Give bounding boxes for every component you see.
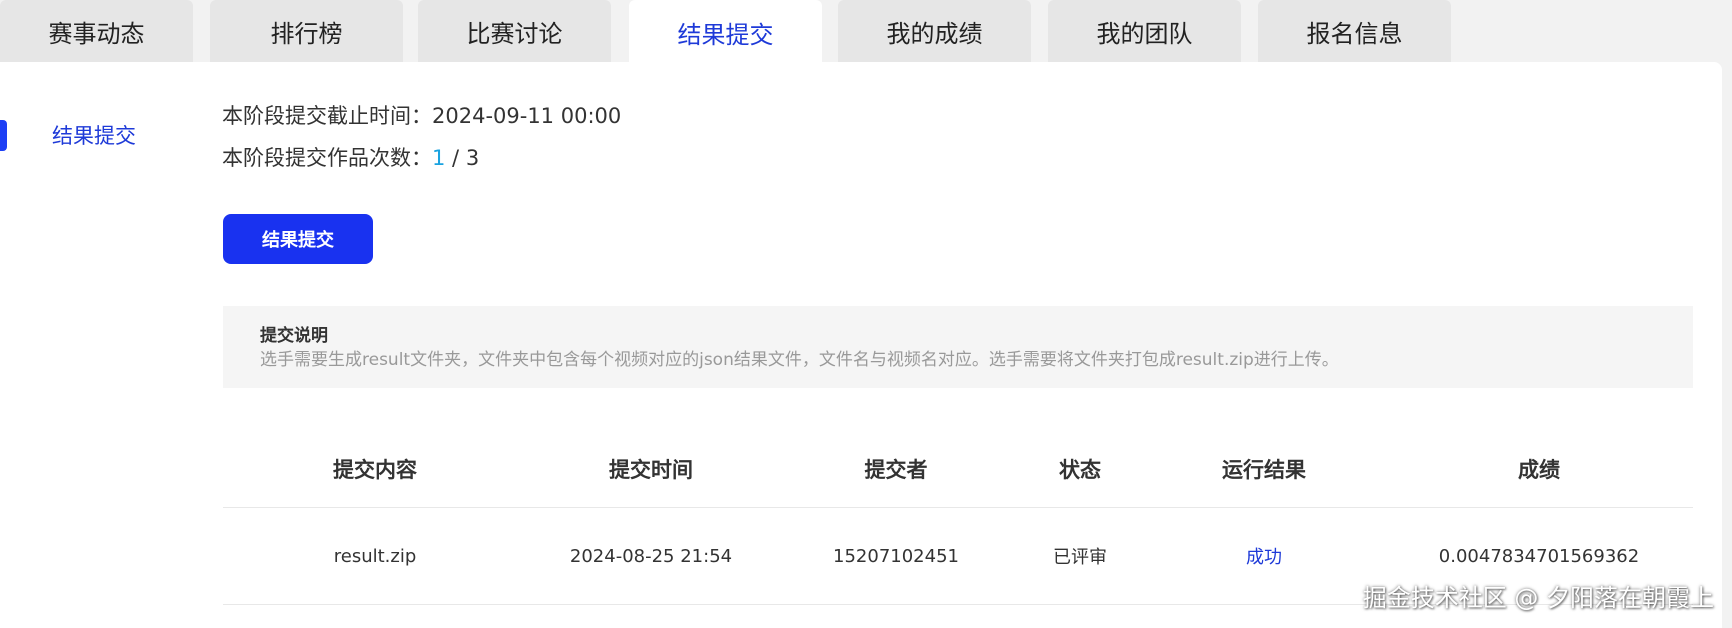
tab-leaderboard[interactable]: 排行榜 xyxy=(210,0,403,62)
count-used: 1 xyxy=(432,146,446,170)
header-run-result: 运行结果 xyxy=(1222,457,1306,482)
sidebar-item-submit-results[interactable]: 结果提交 xyxy=(52,120,136,150)
cell-status: 已评审 xyxy=(1053,547,1107,568)
sidebar-active-indicator xyxy=(0,120,7,151)
table-header-row: 提交内容 提交时间 提交者 状态 运行结果 成绩 xyxy=(223,430,1693,508)
tab-event-news[interactable]: 赛事动态 xyxy=(0,0,193,62)
cell-content: result.zip xyxy=(333,545,417,567)
tab-registration-info[interactable]: 报名信息 xyxy=(1258,0,1451,62)
header-score: 成绩 xyxy=(1518,457,1560,482)
submission-notes: 提交说明 选手需要生成result文件夹，文件夹中包含每个视频对应的json结果… xyxy=(223,306,1693,388)
tab-bar: 赛事动态 排行榜 比赛讨论 结果提交 我的成绩 我的团队 报名信息 xyxy=(0,0,1732,64)
header-content: 提交内容 xyxy=(333,457,417,482)
deadline-label: 本阶段提交截止时间： xyxy=(222,104,432,128)
deadline-value: 2024-09-11 00:00 xyxy=(432,104,622,128)
header-time: 提交时间 xyxy=(609,457,693,482)
deadline-line: 本阶段提交截止时间：2024-09-11 00:00 xyxy=(222,100,621,130)
count-separator: / xyxy=(445,146,466,170)
header-status: 状态 xyxy=(1059,457,1101,482)
header-submitter: 提交者 xyxy=(864,457,928,482)
count-label: 本阶段提交作品次数： xyxy=(222,146,432,170)
tab-my-team[interactable]: 我的团队 xyxy=(1048,0,1241,62)
notes-title: 提交说明 xyxy=(260,326,328,346)
tab-discussion[interactable]: 比赛讨论 xyxy=(418,0,611,62)
submit-results-button[interactable]: 结果提交 xyxy=(223,214,373,264)
submission-count-line: 本阶段提交作品次数：1 / 3 xyxy=(222,142,479,172)
notes-text: 选手需要生成result文件夹，文件夹中包含每个视频对应的json结果文件，文件… xyxy=(260,350,1339,370)
cell-time: 2024-08-25 21:54 xyxy=(569,545,733,567)
cell-submitter: 15207102451 xyxy=(833,545,959,567)
watermark: 掘金技术社区 @ 夕阳落在朝霞上 xyxy=(1362,584,1714,612)
tab-my-scores[interactable]: 我的成绩 xyxy=(838,0,1031,62)
tab-submit-results[interactable]: 结果提交 xyxy=(629,0,822,64)
count-total: 3 xyxy=(465,146,480,170)
cell-run-result-link[interactable]: 成功 xyxy=(1246,508,1282,604)
